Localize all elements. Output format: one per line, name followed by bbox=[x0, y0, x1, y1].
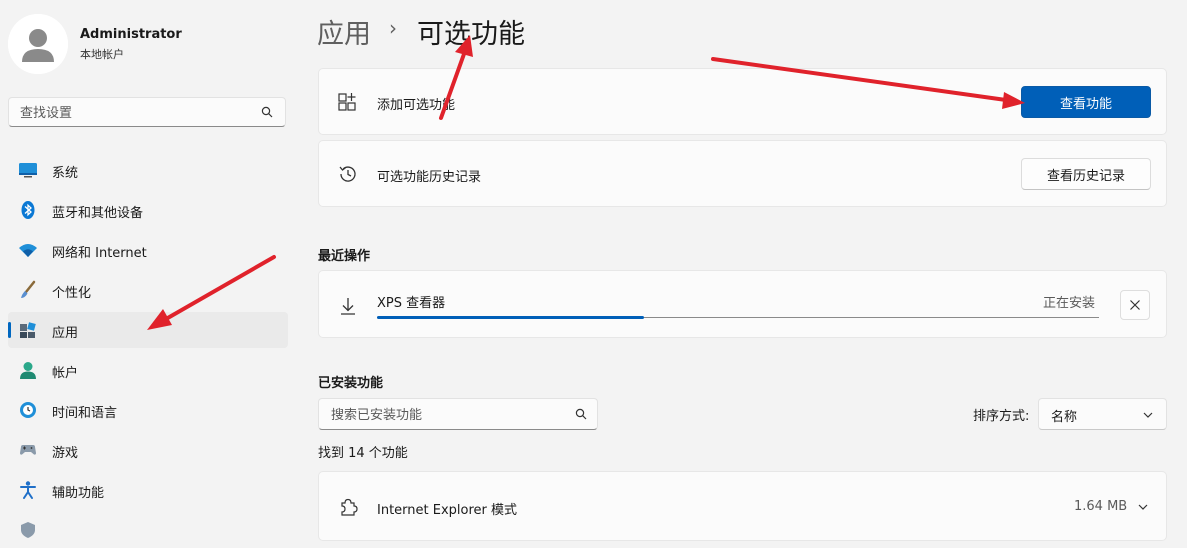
puzzle-icon bbox=[341, 498, 358, 516]
sidebar-item-system[interactable]: 系统 bbox=[8, 152, 288, 188]
settings-search-input[interactable] bbox=[18, 103, 252, 123]
sidebar-item-gaming[interactable]: 游戏 bbox=[8, 432, 288, 468]
clock-globe-icon bbox=[20, 402, 36, 418]
breadcrumb: 应用 › 可选功能 bbox=[317, 12, 525, 51]
sidebar-item-label: 辅助功能 bbox=[52, 486, 105, 501]
shield-icon bbox=[21, 522, 35, 538]
recent-actions-title: 最近操作 bbox=[318, 249, 371, 264]
sidebar-item-label: 系统 bbox=[52, 166, 79, 181]
recent-item-name: XPS 查看器 bbox=[377, 296, 446, 311]
search-icon[interactable] bbox=[261, 106, 273, 118]
selection-indicator bbox=[8, 322, 11, 338]
sidebar-item-label: 游戏 bbox=[52, 446, 79, 461]
history-icon bbox=[339, 166, 356, 182]
search-icon[interactable] bbox=[575, 408, 587, 420]
sidebar-item-network[interactable]: 网络和 Internet bbox=[8, 232, 288, 268]
apps-icon bbox=[20, 322, 36, 338]
sidebar-item-bluetooth[interactable]: 蓝牙和其他设备 bbox=[8, 192, 288, 228]
gamepad-icon bbox=[20, 445, 36, 455]
feature-size: 1.64 MB bbox=[1074, 499, 1128, 514]
settings-search[interactable] bbox=[8, 97, 286, 127]
add-feature-label: 添加可选功能 bbox=[377, 98, 456, 113]
user-name: Administrator bbox=[80, 27, 182, 42]
sidebar-item-apps[interactable]: 应用 bbox=[8, 312, 288, 348]
sidebar-item-label: 应用 bbox=[52, 326, 79, 341]
installed-search[interactable] bbox=[318, 398, 598, 430]
brush-icon bbox=[21, 280, 36, 298]
monitor-icon bbox=[19, 163, 37, 178]
sidebar-item-label: 时间和语言 bbox=[52, 406, 118, 421]
view-history-button[interactable]: 查看历史记录 bbox=[1021, 158, 1151, 190]
sidebar-item-accounts[interactable]: 帐户 bbox=[8, 352, 288, 388]
sidebar-item-accessibility[interactable]: 辅助功能 bbox=[8, 472, 288, 508]
avatar[interactable] bbox=[8, 14, 68, 74]
breadcrumb-separator: › bbox=[389, 16, 397, 40]
add-feature-icon bbox=[338, 93, 356, 111]
feature-name: Internet Explorer 模式 bbox=[377, 503, 518, 518]
installed-search-input[interactable] bbox=[329, 405, 563, 425]
sidebar-item-label: 个性化 bbox=[52, 286, 92, 301]
chevron-down-icon bbox=[1143, 412, 1153, 418]
sort-value: 名称 bbox=[1051, 410, 1078, 425]
history-label: 可选功能历史记录 bbox=[377, 170, 482, 185]
history-card: 可选功能历史记录 查看历史记录 bbox=[318, 140, 1167, 207]
user-silhouette-icon bbox=[8, 14, 68, 74]
accessibility-icon bbox=[20, 481, 36, 499]
install-progress-bar bbox=[377, 316, 1099, 319]
account-type: 本地帐户 bbox=[80, 48, 124, 61]
feature-row[interactable]: Internet Explorer 模式 1.64 MB bbox=[318, 471, 1167, 541]
install-status: 正在安装 bbox=[1043, 296, 1096, 311]
account-icon bbox=[20, 362, 36, 379]
sidebar-item-label: 蓝牙和其他设备 bbox=[52, 206, 144, 221]
sidebar-item-label: 网络和 Internet bbox=[52, 246, 147, 261]
wifi-icon bbox=[19, 244, 37, 257]
sort-label: 排序方式: bbox=[973, 409, 1030, 424]
add-feature-card: 添加可选功能 查看功能 bbox=[318, 68, 1167, 135]
sidebar-item-label: 帐户 bbox=[52, 366, 79, 381]
sidebar-item-time-language[interactable]: 时间和语言 bbox=[8, 392, 288, 428]
sidebar: Administrator 本地帐户 系统 蓝牙和其他设备 网络和 Intern… bbox=[0, 0, 300, 538]
page-title: 可选功能 bbox=[417, 19, 525, 50]
chevron-down-icon[interactable] bbox=[1137, 501, 1149, 513]
bluetooth-icon bbox=[21, 201, 35, 219]
feature-count: 找到 14 个功能 bbox=[318, 446, 408, 461]
view-features-button[interactable]: 查看功能 bbox=[1021, 86, 1151, 118]
install-progress-fill bbox=[377, 316, 645, 319]
sidebar-item-personalization[interactable]: 个性化 bbox=[8, 272, 288, 308]
download-icon bbox=[341, 298, 355, 315]
cancel-install-button[interactable] bbox=[1120, 290, 1150, 320]
close-icon bbox=[1130, 300, 1140, 310]
breadcrumb-parent[interactable]: 应用 bbox=[317, 19, 371, 50]
recent-action-card: XPS 查看器 正在安装 bbox=[318, 270, 1167, 338]
sort-dropdown[interactable]: 名称 bbox=[1038, 398, 1167, 430]
sidebar-item-partial bbox=[8, 512, 288, 548]
installed-features-title: 已安装功能 bbox=[318, 376, 384, 391]
